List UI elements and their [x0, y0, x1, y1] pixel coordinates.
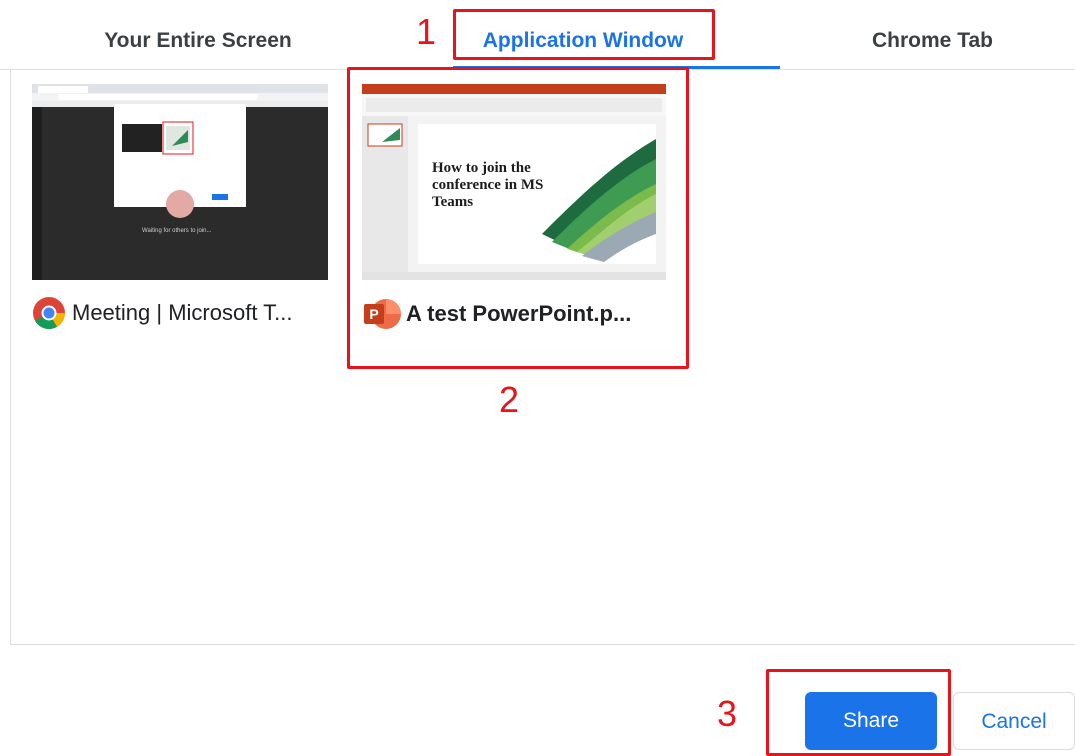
cancel-button[interactable]: Cancel — [953, 692, 1075, 750]
chrome-icon — [32, 296, 66, 330]
callout-box-2 — [347, 67, 689, 369]
tab-chrome-tab[interactable]: Chrome Tab — [800, 26, 1065, 56]
window-card-teams-meeting[interactable]: Waiting for others to join... Meeting | … — [32, 84, 332, 344]
share-button[interactable]: Share — [805, 692, 937, 750]
teams-meeting-thumbnail: Waiting for others to join... — [32, 84, 328, 280]
teams-meeting-preview — [32, 84, 328, 280]
callout-number-1: 1 — [416, 11, 437, 52]
tab-entire-screen[interactable]: Your Entire Screen — [40, 26, 356, 56]
callout-number-3: 3 — [717, 693, 738, 734]
teams-waiting-caption: Waiting for others to join... — [142, 228, 212, 234]
callout-box-1 — [453, 9, 715, 60]
callout-number-2: 2 — [499, 379, 520, 420]
window-title-teams-meeting: Meeting | Microsoft T... — [72, 300, 293, 325]
